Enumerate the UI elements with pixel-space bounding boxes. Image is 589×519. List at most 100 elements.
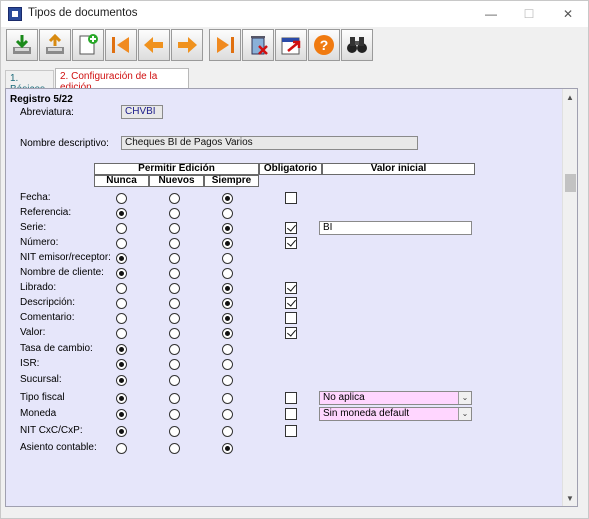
- radio-nunca[interactable]: [116, 253, 127, 264]
- permitir-edicion-header: Permitir Edición: [94, 163, 259, 175]
- radio-nuevos[interactable]: [169, 208, 180, 219]
- nombre-descriptivo-field[interactable]: Cheques BI de Pagos Varios: [121, 136, 418, 150]
- arrow-right-icon: [178, 37, 197, 53]
- obligatorio-checkbox[interactable]: [285, 282, 297, 294]
- radio-siempre[interactable]: [222, 426, 233, 437]
- arrow-left-icon: [144, 37, 163, 53]
- radio-nuevos[interactable]: [169, 393, 180, 404]
- valor-inicial-select[interactable]: No aplica ⌄: [319, 391, 472, 405]
- radio-siempre[interactable]: [222, 393, 233, 404]
- radio-siempre[interactable]: [222, 208, 233, 219]
- radio-nuevos[interactable]: [169, 328, 180, 339]
- tab-basicos[interactable]: 1. Básicos: [5, 70, 54, 95]
- obligatorio-checkbox[interactable]: [285, 297, 297, 309]
- row-label: ISR:: [20, 358, 40, 369]
- scroll-thumb[interactable]: [565, 174, 576, 192]
- close-button[interactable]: ✕: [554, 5, 582, 23]
- obligatorio-header: Obligatorio: [259, 163, 322, 175]
- delete-button[interactable]: [242, 29, 274, 61]
- obligatorio-checkbox[interactable]: [285, 192, 297, 204]
- help-button[interactable]: ?: [308, 29, 340, 61]
- chevron-down-icon[interactable]: ⌄: [458, 392, 471, 404]
- radio-nuevos[interactable]: [169, 223, 180, 234]
- first-icon: [112, 37, 129, 53]
- radio-nunca[interactable]: [116, 238, 127, 249]
- radio-nunca[interactable]: [116, 193, 127, 204]
- valor-inicial-input[interactable]: BI: [319, 221, 472, 235]
- radio-siempre[interactable]: [222, 409, 233, 420]
- radio-nunca[interactable]: [116, 268, 127, 279]
- radio-siempre[interactable]: [222, 238, 233, 249]
- radio-nuevos[interactable]: [169, 359, 180, 370]
- radio-nunca[interactable]: [116, 223, 127, 234]
- radio-siempre[interactable]: [222, 359, 233, 370]
- radio-nunca[interactable]: [116, 298, 127, 309]
- row-label: Asiento contable:: [20, 442, 97, 453]
- radio-siempre[interactable]: [222, 375, 233, 386]
- scroll-up-icon[interactable]: ▲: [566, 93, 574, 102]
- radio-nunca[interactable]: [116, 283, 127, 294]
- radio-siempre[interactable]: [222, 443, 233, 454]
- radio-nunca[interactable]: [116, 443, 127, 454]
- edit-config-panel: Registro 5/22 Abreviatura: CHVBI Nombre …: [5, 88, 578, 507]
- radio-siempre[interactable]: [222, 268, 233, 279]
- abreviatura-field[interactable]: CHVBI: [121, 105, 163, 119]
- radio-nunca[interactable]: [116, 393, 127, 404]
- radio-siempre[interactable]: [222, 298, 233, 309]
- radio-nuevos[interactable]: [169, 409, 180, 420]
- radio-nuevos[interactable]: [169, 238, 180, 249]
- radio-nuevos[interactable]: [169, 193, 180, 204]
- radio-nuevos[interactable]: [169, 344, 180, 355]
- radio-nuevos[interactable]: [169, 443, 180, 454]
- radio-nuevos[interactable]: [169, 426, 180, 437]
- radio-nuevos[interactable]: [169, 268, 180, 279]
- obligatorio-checkbox[interactable]: [285, 237, 297, 249]
- radio-nunca[interactable]: [116, 344, 127, 355]
- radio-siempre[interactable]: [222, 313, 233, 324]
- radio-nunca[interactable]: [116, 359, 127, 370]
- radio-nuevos[interactable]: [169, 313, 180, 324]
- trash-icon: [251, 36, 268, 55]
- radio-siempre[interactable]: [222, 193, 233, 204]
- obligatorio-checkbox[interactable]: [285, 222, 297, 234]
- radio-nunca[interactable]: [116, 426, 127, 437]
- radio-nunca[interactable]: [116, 409, 127, 420]
- first-record-button[interactable]: [105, 29, 137, 61]
- radio-siempre[interactable]: [222, 223, 233, 234]
- last-icon: [217, 37, 234, 53]
- save-button[interactable]: [6, 29, 38, 61]
- vertical-scrollbar[interactable]: ▲ ▼: [562, 89, 577, 506]
- obligatorio-checkbox[interactable]: [285, 327, 297, 339]
- radio-nuevos[interactable]: [169, 375, 180, 386]
- chevron-down-icon[interactable]: ⌄: [458, 408, 471, 420]
- app-icon: [8, 7, 22, 21]
- minimize-button[interactable]: —: [477, 5, 505, 23]
- radio-nunca[interactable]: [116, 208, 127, 219]
- abreviatura-label: Abreviatura:: [20, 107, 74, 118]
- last-record-button[interactable]: [209, 29, 241, 61]
- search-button[interactable]: [341, 29, 373, 61]
- obligatorio-checkbox[interactable]: [285, 425, 297, 437]
- next-record-button[interactable]: [171, 29, 203, 61]
- obligatorio-checkbox[interactable]: [285, 392, 297, 404]
- radio-siempre[interactable]: [222, 328, 233, 339]
- valor-inicial-select[interactable]: Sin moneda default ⌄: [319, 407, 472, 421]
- scroll-down-icon[interactable]: ▼: [566, 494, 574, 503]
- radio-nunca[interactable]: [116, 375, 127, 386]
- obligatorio-checkbox[interactable]: [285, 408, 297, 420]
- radio-siempre[interactable]: [222, 253, 233, 264]
- radio-nuevos[interactable]: [169, 298, 180, 309]
- obligatorio-checkbox[interactable]: [285, 312, 297, 324]
- radio-nunca[interactable]: [116, 328, 127, 339]
- exit-button[interactable]: [275, 29, 307, 61]
- radio-siempre[interactable]: [222, 283, 233, 294]
- radio-nuevos[interactable]: [169, 283, 180, 294]
- undo-button[interactable]: [39, 29, 71, 61]
- radio-siempre[interactable]: [222, 344, 233, 355]
- radio-nunca[interactable]: [116, 313, 127, 324]
- tab-configuracion-edicion[interactable]: 2. Configuración de la edición: [55, 68, 189, 93]
- maximize-button[interactable]: ☐: [515, 5, 543, 23]
- radio-nuevos[interactable]: [169, 253, 180, 264]
- previous-record-button[interactable]: [138, 29, 170, 61]
- new-button[interactable]: [72, 29, 104, 61]
